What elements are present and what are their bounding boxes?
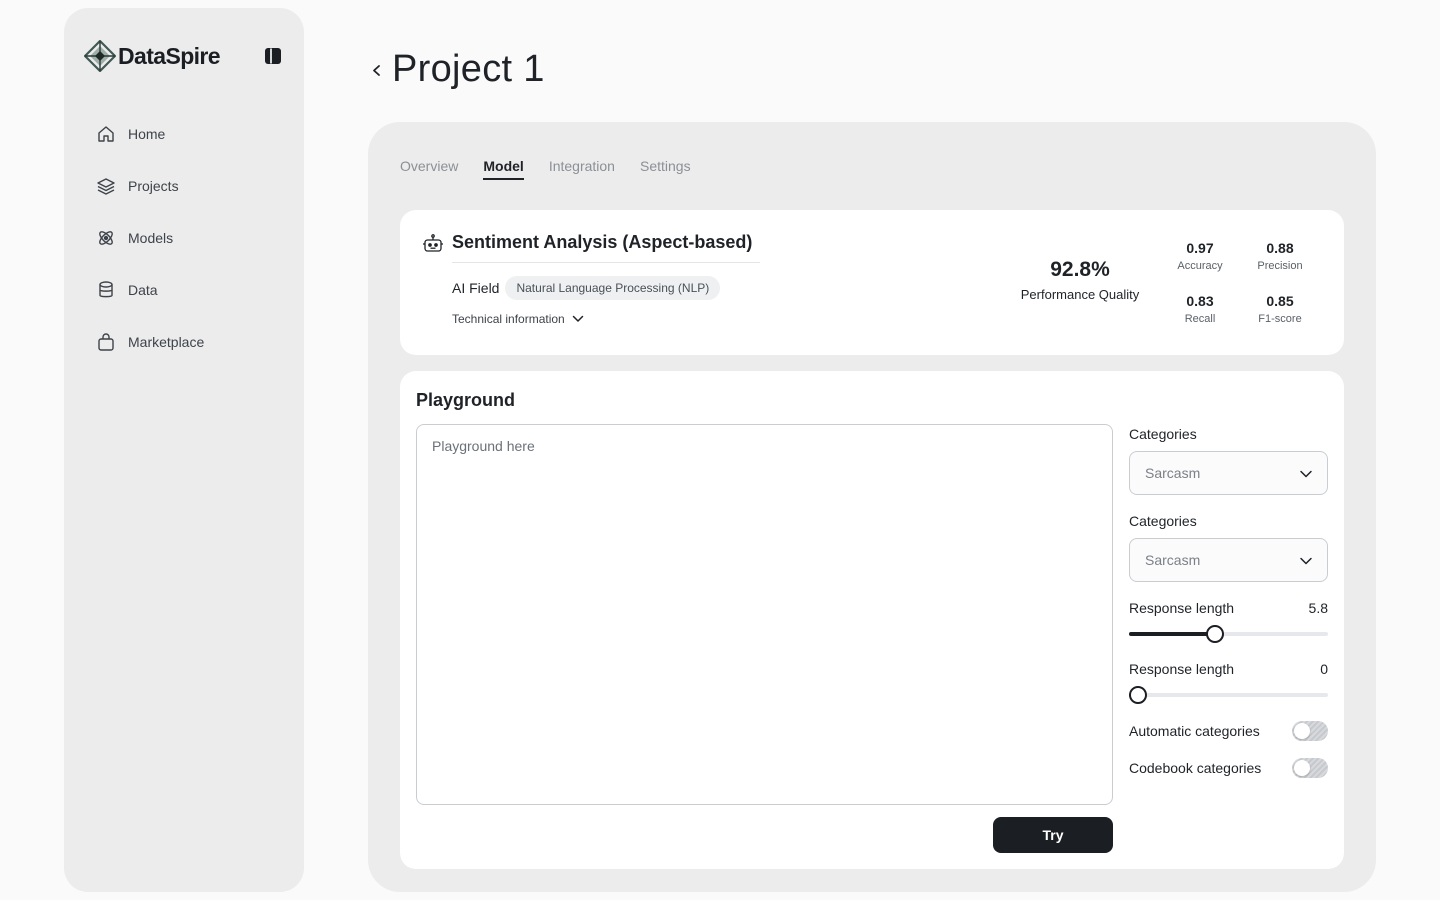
sidebar-item-label: Home: [128, 126, 166, 142]
atom-icon: [96, 228, 116, 248]
metric-label: Recall: [1184, 313, 1216, 325]
ai-field-chip: Natural Language Processing (NLP): [505, 276, 721, 300]
sidebar-item-projects[interactable]: Projects: [96, 162, 286, 210]
sidebar-item-label: Data: [128, 282, 158, 298]
dataspire-logo-icon: [84, 40, 116, 72]
ai-field-row: AI Field Natural Language Processing (NL…: [452, 276, 721, 300]
ai-field-label: AI Field: [452, 280, 500, 296]
tab-overview[interactable]: Overview: [400, 158, 458, 180]
response-length-label-2: Response length: [1129, 661, 1235, 677]
categories-select-2[interactable]: Sarcasm: [1129, 538, 1328, 582]
sidebar-item-label: Models: [128, 230, 174, 246]
robot-icon: [423, 234, 443, 252]
response-length-slider-2[interactable]: [1129, 686, 1328, 704]
response-length-slider-1[interactable]: [1129, 625, 1328, 643]
tab-settings[interactable]: Settings: [640, 158, 691, 180]
response-length-value-1: 5.8: [1308, 600, 1328, 616]
sidebar-item-models[interactable]: Models: [96, 214, 286, 262]
technical-info-label: Technical information: [452, 312, 565, 326]
home-icon: [96, 124, 116, 144]
performance-label: Performance Quality: [1020, 287, 1140, 302]
metric-accuracy: 0.97 Accuracy: [1160, 240, 1240, 272]
brand-name: DataSpire: [118, 42, 221, 69]
shopping-bag-icon: [96, 332, 116, 352]
slider-thumb[interactable]: [1205, 625, 1224, 643]
toggle-knob: [1294, 760, 1310, 776]
metric-value: 0.83: [1186, 293, 1214, 309]
sidebar-collapse-icon[interactable]: [264, 47, 282, 65]
layers-icon: [96, 176, 116, 196]
metric-label: F1-score: [1258, 313, 1302, 325]
model-title: Sentiment Analysis (Aspect-based): [452, 232, 760, 263]
automatic-categories-label: Automatic categories: [1129, 723, 1260, 739]
metric-precision: 0.88 Precision: [1240, 240, 1320, 272]
codebook-categories-toggle[interactable]: [1292, 758, 1328, 778]
performance-quality: 92.8% Performance Quality: [1004, 258, 1156, 302]
chevron-down-icon: [572, 315, 583, 322]
sidebar-item-marketplace[interactable]: Marketplace: [96, 318, 286, 366]
performance-value: 92.8%: [1050, 258, 1110, 281]
tab-model[interactable]: Model: [483, 158, 524, 180]
database-icon: [96, 280, 116, 300]
automatic-categories-toggle[interactable]: [1292, 721, 1328, 741]
chevron-down-icon: [1300, 470, 1312, 478]
metric-value: 0.88: [1266, 240, 1294, 256]
metric-recall: 0.83 Recall: [1160, 293, 1240, 325]
playground-title: Playground: [416, 390, 516, 410]
try-button[interactable]: Try: [993, 817, 1113, 853]
main-panel: Overview Model Integration Settings Sent…: [368, 122, 1376, 892]
categories-select-1[interactable]: Sarcasm: [1129, 451, 1328, 495]
back-arrow-icon[interactable]: [370, 61, 384, 79]
chevron-down-icon: [1300, 557, 1312, 565]
select-value: Sarcasm: [1145, 552, 1201, 568]
sidebar-item-label: Marketplace: [128, 334, 205, 350]
technical-info-toggle[interactable]: Technical information: [452, 312, 585, 326]
logo[interactable]: DataSpire: [84, 40, 221, 72]
sidebar-nav: Home Projects Models Data Marketplace: [96, 110, 286, 370]
sidebar: DataSpire Home Projects Models Data Mark…: [64, 8, 304, 892]
sidebar-item-label: Projects: [128, 178, 179, 194]
model-summary-card: Sentiment Analysis (Aspect-based) AI Fie…: [400, 210, 1344, 355]
metric-value: 0.85: [1266, 293, 1294, 309]
tab-integration[interactable]: Integration: [549, 158, 615, 180]
sidebar-item-home[interactable]: Home: [96, 110, 286, 158]
categories-label-1: Categories: [1129, 426, 1197, 442]
select-value: Sarcasm: [1145, 465, 1201, 481]
metric-f1-score: 0.85 F1-score: [1240, 293, 1320, 325]
metric-label: Precision: [1257, 260, 1303, 272]
slider-thumb[interactable]: [1129, 686, 1147, 704]
sidebar-item-data[interactable]: Data: [96, 266, 286, 314]
metric-label: Accuracy: [1177, 260, 1223, 272]
page-title: Project 1: [392, 48, 545, 90]
response-length-value-2: 0: [1320, 661, 1328, 677]
response-length-label-1: Response length: [1129, 600, 1235, 616]
playground-input[interactable]: [416, 424, 1113, 805]
codebook-categories-label: Codebook categories: [1129, 760, 1262, 776]
toggle-knob: [1294, 723, 1310, 739]
categories-label-2: Categories: [1129, 513, 1197, 529]
playground-card: Playground Try Categories Sarcasm Catego…: [400, 371, 1344, 869]
tab-bar: Overview Model Integration Settings: [400, 158, 716, 180]
metric-value: 0.97: [1186, 240, 1214, 256]
slider-fill: [1129, 632, 1215, 636]
